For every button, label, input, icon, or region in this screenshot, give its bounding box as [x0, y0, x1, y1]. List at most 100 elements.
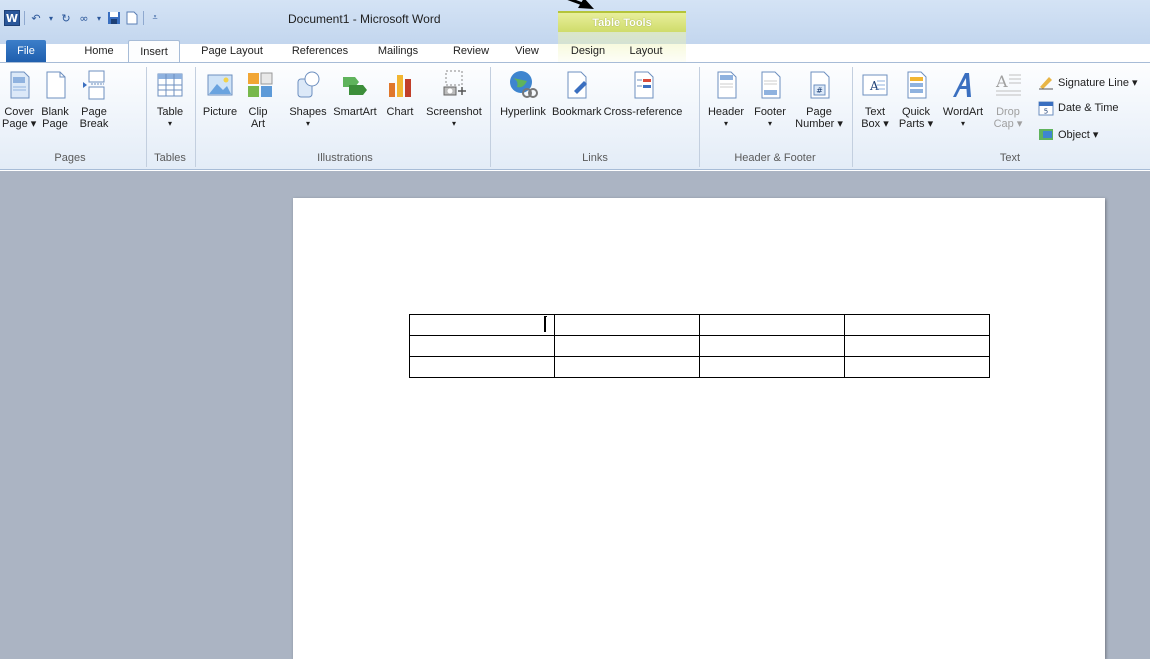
clip-art-icon: [248, 72, 273, 97]
cross-reference-button[interactable]: Cross-reference: [602, 69, 684, 118]
table-cell[interactable]: [844, 335, 990, 357]
table-tools-header: Table Tools: [558, 11, 686, 32]
table-button[interactable]: Table ▾: [152, 69, 188, 130]
chart-icon: [389, 75, 411, 97]
page-number-button[interactable]: # Page Number ▾: [790, 69, 848, 130]
table-row: [409, 356, 990, 378]
customize-qat-icon[interactable]: ⩡: [148, 11, 162, 25]
bookmark-icon: [567, 71, 587, 99]
repeat-icon[interactable]: ∞: [77, 11, 91, 25]
screenshot-icon: [443, 70, 466, 96]
svg-text:#: #: [816, 86, 823, 95]
table-cell[interactable]: [554, 335, 700, 357]
group-separator: [146, 67, 147, 167]
signature-line-button[interactable]: Signature Line ▾: [1038, 73, 1138, 91]
shapes-icon: [297, 71, 320, 98]
date-time-icon: 5: [1038, 101, 1054, 116]
group-label-links: Links: [582, 152, 608, 164]
footer-button[interactable]: Footer ▾: [750, 69, 790, 130]
tab-page-layout[interactable]: Page Layout: [194, 40, 270, 62]
table-cell[interactable]: [409, 335, 555, 357]
picture-icon: [207, 74, 233, 96]
signature-line-icon: [1039, 77, 1053, 90]
dropdown-arrow-icon[interactable]: ▾: [95, 11, 103, 25]
tab-file[interactable]: File: [6, 40, 46, 62]
table-cell[interactable]: [699, 356, 845, 378]
object-button[interactable]: Object ▾: [1038, 125, 1098, 143]
group-label-header-footer: Header & Footer: [734, 152, 816, 164]
table-cell[interactable]: [554, 314, 700, 336]
quick-parts-button[interactable]: Quick Parts ▾: [896, 69, 936, 130]
dropdown-arrow-icon[interactable]: ▾: [47, 11, 55, 25]
shapes-button[interactable]: Shapes ▾: [288, 69, 328, 130]
redo-icon[interactable]: ↻: [59, 11, 73, 25]
tab-layout[interactable]: Layout: [622, 40, 670, 62]
quick-parts-icon: [907, 71, 927, 99]
smartart-icon: [343, 77, 367, 95]
table-cell[interactable]: [699, 335, 845, 357]
header-icon: [717, 71, 737, 99]
page-break-button[interactable]: Page Break: [74, 69, 114, 130]
hyperlink-icon: [510, 71, 538, 98]
svg-text:5: 5: [1044, 108, 1048, 116]
word-logo-icon[interactable]: W: [4, 10, 20, 26]
tab-design[interactable]: Design: [564, 40, 612, 62]
table-row: [409, 314, 990, 336]
mouse-cursor-icon: [544, 316, 547, 332]
group-separator: [852, 67, 853, 167]
text-box-button[interactable]: A Text Box ▾: [858, 69, 892, 130]
tab-mailings[interactable]: Mailings: [370, 40, 426, 62]
tab-view[interactable]: View: [510, 40, 544, 62]
chart-button[interactable]: Chart: [384, 69, 416, 118]
document-page[interactable]: [293, 198, 1105, 659]
table-row: [409, 335, 990, 357]
blank-page-button[interactable]: Blank Page: [38, 69, 72, 130]
wordart-icon: [953, 73, 971, 97]
tab-review[interactable]: Review: [446, 40, 496, 62]
text-box-icon: A: [862, 74, 888, 96]
group-label-illustrations: Illustrations: [317, 152, 373, 164]
screenshot-button[interactable]: Screenshot ▾: [424, 69, 484, 130]
cover-page-icon: [10, 71, 30, 99]
object-icon: [1039, 129, 1053, 140]
tab-references[interactable]: References: [284, 40, 356, 62]
picture-button[interactable]: Picture: [200, 69, 240, 118]
table-cell[interactable]: [844, 356, 990, 378]
smartart-button[interactable]: SmartArt: [332, 69, 378, 118]
group-label-pages: Pages: [54, 152, 86, 164]
blank-page-icon: [46, 71, 66, 99]
qat-separator: [143, 11, 144, 25]
page-break-icon: [83, 70, 105, 100]
cover-page-button[interactable]: Cover Page ▾: [2, 69, 36, 130]
date-time-button[interactable]: 5 Date & Time: [1038, 99, 1119, 117]
group-label-text: Text: [999, 152, 1021, 164]
cross-reference-icon: [634, 71, 654, 99]
tab-home[interactable]: Home: [70, 40, 128, 62]
group-separator: [195, 67, 196, 167]
undo-icon[interactable]: ↶: [29, 11, 43, 25]
ribbon-insert: Cover Page ▾ Blank Page Page Break Pages…: [0, 62, 1150, 170]
wordart-button[interactable]: WordArt ▾: [940, 69, 986, 130]
document-table[interactable]: [409, 314, 990, 378]
group-separator: [699, 67, 700, 167]
save-icon[interactable]: [107, 11, 121, 25]
table-cell[interactable]: [554, 356, 700, 378]
quick-access-toolbar: W ↶ ▾ ↻ ∞ ▾ ⩡: [4, 9, 162, 27]
group-label-tables: Tables: [154, 152, 186, 164]
bookmark-button[interactable]: Bookmark: [552, 69, 602, 118]
new-document-icon[interactable]: [125, 11, 139, 25]
table-cell[interactable]: [409, 356, 555, 378]
drop-cap-icon: A: [995, 72, 1021, 96]
hyperlink-button[interactable]: Hyperlink: [496, 69, 550, 118]
table-cell[interactable]: [699, 314, 845, 336]
footer-icon: [761, 71, 781, 99]
group-separator: [490, 67, 491, 167]
svg-text:A: A: [995, 72, 1008, 91]
table-cell[interactable]: [409, 314, 555, 336]
header-button[interactable]: Header ▾: [704, 69, 748, 130]
page-number-icon: #: [810, 71, 830, 99]
table-cell[interactable]: [844, 314, 990, 336]
clip-art-button[interactable]: Clip Art: [244, 69, 273, 130]
drop-cap-button[interactable]: A Drop Cap ▾: [988, 69, 1028, 130]
qat-separator: [24, 11, 25, 25]
